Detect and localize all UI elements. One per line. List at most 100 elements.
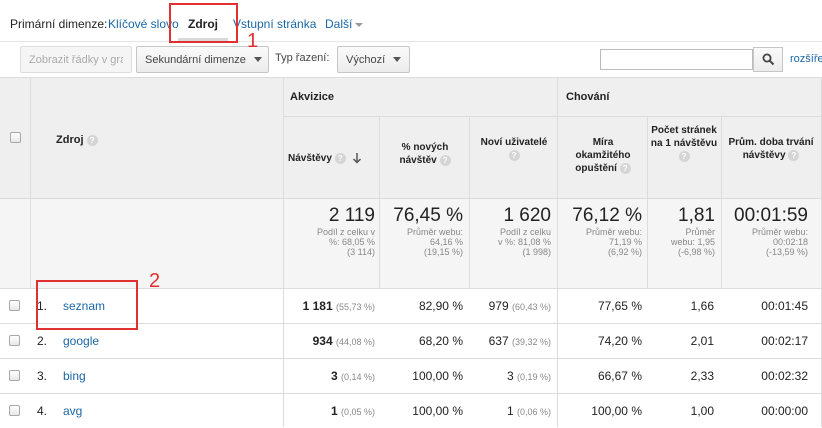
row-visits-value: 934 <box>312 334 333 348</box>
chevron-down-icon <box>253 57 262 62</box>
col-visits-label: Návštěvy <box>288 153 332 164</box>
summary-note: (-13,59 %) <box>765 247 808 257</box>
summary-note: Podíl z celku v <box>316 227 375 237</box>
summary-note: Průměr webu: <box>751 227 808 237</box>
row-pages-per-visit: 2,33 <box>690 369 714 383</box>
row-checkbox[interactable] <box>9 335 20 346</box>
advanced-filter-link[interactable]: rozšířené <box>790 53 822 65</box>
divider <box>0 41 822 42</box>
row-new-visits-pct: 100,00 % <box>412 404 463 418</box>
dimension-header-label: Zdroj <box>56 134 84 146</box>
dimension-landing-page-link[interactable]: Vstupní stránka <box>233 17 316 31</box>
more-label: Další <box>325 17 353 31</box>
row-visits: 1 (0,05 %) <box>283 404 375 418</box>
col-visits[interactable]: Návštěvy ? <box>288 152 362 165</box>
row-new-users: 3 (0,19 %) <box>469 369 551 383</box>
search-button[interactable] <box>753 47 783 72</box>
row-avg-duration: 00:01:45 <box>761 299 808 313</box>
row-new-visits-pct: 68,20 % <box>418 334 463 348</box>
row-avg-duration: 00:00:00 <box>761 404 808 418</box>
search-icon <box>762 53 774 66</box>
row-visits-pct: (0,05 %) <box>340 407 375 417</box>
show-rows-in-graph-button[interactable]: Zobrazit řádky v grafu <box>20 46 132 73</box>
summary-value: 2 119 <box>328 205 375 226</box>
row-new-users-value: 637 <box>488 334 509 348</box>
row-checkbox[interactable] <box>9 405 20 416</box>
row-new-users: 1 (0,06 %) <box>469 404 551 418</box>
summary-note: (-6,98 %) <box>677 247 715 257</box>
col-new-visits-pct[interactable]: % nových návštěv ? <box>384 141 466 167</box>
help-icon: ? <box>334 152 346 164</box>
row-new-users-pct: (60,43 %) <box>511 302 551 312</box>
row-avg-duration: 00:02:32 <box>761 369 808 383</box>
annotation-number-2: 2 <box>149 270 161 292</box>
table-search-input[interactable] <box>600 49 753 70</box>
summary-note: v %: 81,08 % <box>497 237 551 247</box>
group-behavior: Chování <box>566 91 610 103</box>
row-number: 4. <box>37 404 48 418</box>
row-checkbox[interactable] <box>9 300 20 311</box>
row-source-link[interactable]: bing <box>63 369 86 383</box>
summary-note: 64,16 % <box>429 237 463 247</box>
row-source-link[interactable]: google <box>63 334 99 348</box>
col-bounce-rate[interactable]: Míra okamžitého opuštění ? <box>564 136 642 175</box>
table-row: 3. bing 3 (0,14 %) 100,00 % 3 (0,19 %) 6… <box>0 358 822 393</box>
summary-note: Podíl z celku <box>499 227 551 237</box>
summary-value: 1 620 <box>503 205 551 226</box>
help-icon: ? <box>86 134 98 146</box>
col-new-users-label: Noví uživatelé <box>480 137 548 148</box>
summary-note: %: 68,05 % <box>328 237 375 247</box>
row-pages-per-visit: 1,66 <box>690 299 714 313</box>
select-all-checkbox[interactable] <box>10 132 21 143</box>
summary-duration: 00:01:59 Průměr webu: 00:02:18 (-13,59 %… <box>721 205 808 257</box>
summary-note: Průměr webu: <box>406 227 463 237</box>
secondary-dimension-label: Sekundární dimenze <box>145 53 246 66</box>
row-bounce-rate: 77,65 % <box>597 299 642 313</box>
sort-type-dropdown[interactable]: Výchozí <box>337 46 410 73</box>
group-acquisition: Akvizice <box>290 91 335 103</box>
annotation-number-1: 1 <box>247 30 259 52</box>
row-visits: 1 181 (55,73 %) <box>283 299 375 313</box>
row-new-users-pct: (0,06 %) <box>516 407 551 417</box>
chevron-down-icon <box>393 57 402 62</box>
row-new-users-value: 979 <box>488 299 509 313</box>
row-visits-value: 3 <box>330 369 338 383</box>
row-pages-per-visit: 1,00 <box>690 404 714 418</box>
annotation-box-source-tab <box>169 3 238 43</box>
col-pages-label: Počet stránek na 1 návštěvu <box>650 125 718 149</box>
row-number: 3. <box>37 369 48 383</box>
primary-dimension-label: Primární dimenze: <box>10 17 108 31</box>
summary-value: 76,12 % <box>572 205 642 226</box>
row-number: 2. <box>37 334 48 348</box>
row-source-link[interactable]: avg <box>63 404 82 418</box>
row-new-users-value: 1 <box>506 404 514 418</box>
dimension-header[interactable]: Zdroj ? <box>56 134 98 146</box>
col-pages-per-visit[interactable]: Počet stránek na 1 návštěvu? <box>650 124 718 163</box>
col-duration-label: Prům. doba trvání návštěvy <box>728 137 814 161</box>
chevron-down-icon <box>355 22 364 27</box>
row-checkbox[interactable] <box>9 370 20 381</box>
col-avg-duration[interactable]: Prům. doba trvání návštěvy ? <box>726 136 816 162</box>
more-dimensions-dropdown[interactable]: Další <box>325 17 364 31</box>
row-new-users: 637 (39,32 %) <box>469 334 551 348</box>
row-new-users: 979 (60,43 %) <box>469 299 551 313</box>
row-visits-pct: (44,08 %) <box>335 337 375 347</box>
row-bounce-rate: 100,00 % <box>591 404 642 418</box>
summary-note: webu: 1,95 <box>670 237 715 247</box>
row-bounce-rate: 74,20 % <box>597 334 642 348</box>
summary-value: 00:01:59 <box>734 205 808 226</box>
show-rows-label: Zobrazit řádky v grafu <box>29 53 123 66</box>
row-avg-duration: 00:02:17 <box>761 334 808 348</box>
row-visits-pct: (0,14 %) <box>340 372 375 382</box>
row-new-visits-pct: 100,00 % <box>412 369 463 383</box>
row-new-users-pct: (0,19 %) <box>516 372 551 382</box>
row-new-users-value: 3 <box>506 369 514 383</box>
row-visits-value: 1 <box>330 404 338 418</box>
summary-new-visits: 76,45 % Průměr webu: 64,16 % (19,15 %) <box>379 205 463 257</box>
col-new-users[interactable]: Noví uživatelé? <box>478 136 550 162</box>
help-icon: ? <box>439 154 451 166</box>
summary-note: Průměr <box>685 227 715 237</box>
summary-visits: 2 119 Podíl z celku v %: 68,05 % (3 114) <box>283 205 375 257</box>
row-bounce-rate: 66,67 % <box>597 369 642 383</box>
row-visits-value: 1 181 <box>302 299 333 313</box>
